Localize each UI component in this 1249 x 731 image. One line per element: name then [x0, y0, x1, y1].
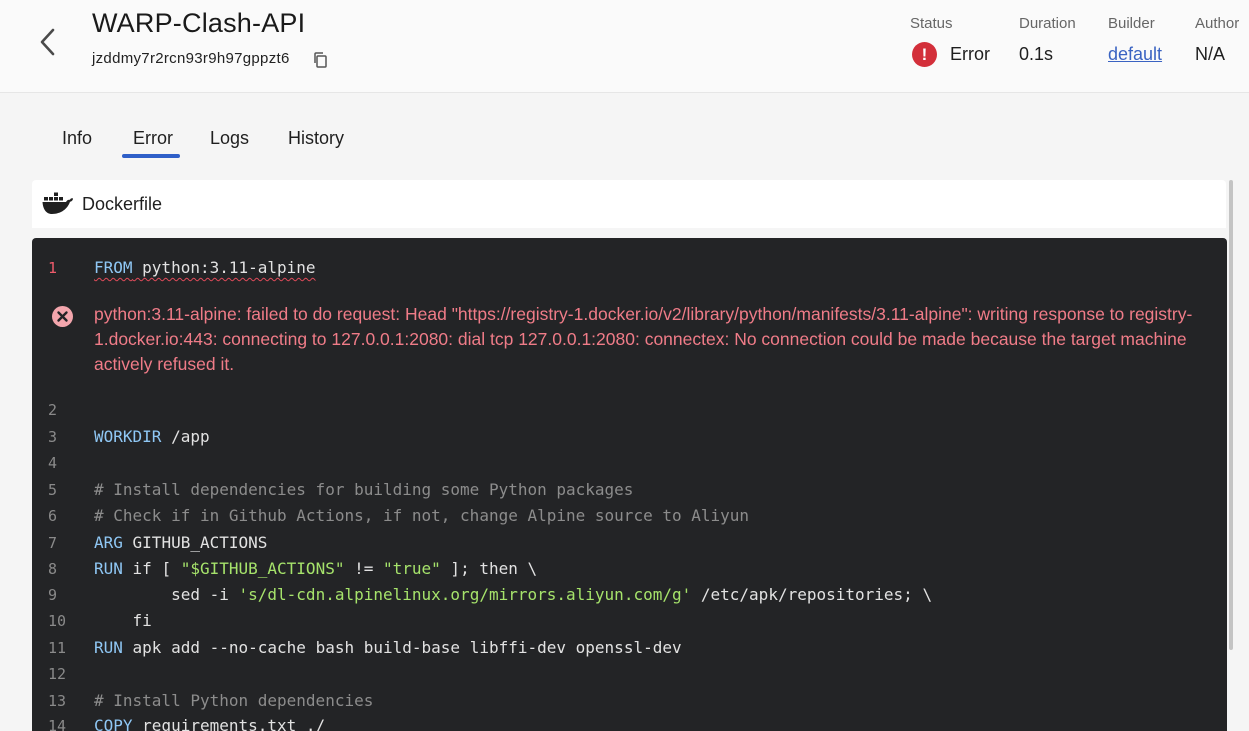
page-title: WARP-Clash-API: [92, 8, 306, 38]
code-line: FROM python:3.11-alpine: [94, 258, 316, 277]
code-token: /app: [161, 427, 210, 446]
active-tab-indicator: [122, 154, 180, 158]
code-token: 's/dl-cdn.alpinelinux.org/mirrors.aliyun…: [238, 585, 692, 604]
duration-label: Duration: [1019, 15, 1076, 32]
tab-info[interactable]: Info: [62, 128, 92, 149]
code-token: !=: [344, 559, 383, 578]
code-token: COPY: [94, 716, 133, 731]
error-circle-icon: [52, 306, 73, 327]
error-message: python:3.11-alpine: failed to do request…: [94, 304, 1193, 374]
line-number: 13: [48, 692, 67, 710]
line-number: 3: [48, 428, 58, 446]
code-token: GITHUB_ACTIONS: [122, 533, 268, 552]
author-label: Author: [1195, 15, 1240, 32]
line-number: 6: [48, 507, 58, 525]
line-number: 2: [48, 401, 58, 419]
code-token: FROM: [94, 258, 133, 277]
tab-logs[interactable]: Logs: [210, 128, 249, 149]
code-line: WORKDIR /app: [94, 427, 210, 446]
code-line: RUN if [ "$GITHUB_ACTIONS" != "true" ]; …: [94, 559, 537, 578]
tab-error[interactable]: Error: [133, 128, 173, 149]
code-line: sed -i 's/dl-cdn.alpinelinux.org/mirrors…: [94, 585, 932, 604]
file-header: Dockerfile: [32, 180, 1226, 228]
code-token: apk add --no-cache bash build-base libff…: [122, 638, 682, 657]
author-value: N/A: [1195, 44, 1226, 64]
line-number: 5: [48, 481, 58, 499]
line-number: 4: [48, 454, 58, 472]
code-viewer: python:3.11-alpine: failed to do request…: [32, 238, 1227, 731]
scrollbar-thumb[interactable]: [1229, 180, 1233, 650]
line-number: 12: [48, 665, 67, 683]
error-status-icon: !: [912, 42, 937, 67]
line-number: 14: [48, 717, 67, 731]
line-number: 10: [48, 612, 67, 630]
code-token: RUN: [94, 559, 123, 578]
docker-icon: [42, 192, 73, 214]
code-token: WORKDIR: [94, 427, 162, 446]
scrollbar[interactable]: [1227, 180, 1249, 731]
build-id: jzddmy7r2rcn93r9h97gppzt6: [92, 50, 290, 67]
code-line: ARG GITHUB_ACTIONS: [94, 533, 267, 552]
code-line: # Install dependencies for building some…: [94, 480, 633, 499]
line-number: 1: [48, 259, 58, 277]
build-header: WARP-Clash-API jzddmy7r2rcn93r9h97gppzt6…: [0, 0, 1249, 93]
code-token: /etc/apk/repositories; \: [691, 585, 933, 604]
code-token: requirements.txt ./: [132, 716, 326, 731]
chevron-left-icon: [40, 28, 55, 56]
code-token: # Install Python dependencies: [94, 691, 374, 710]
code-token: ]; then \: [440, 559, 538, 578]
code-line: COPY requirements.txt ./: [94, 716, 325, 731]
duration-value: 0.1s: [1019, 44, 1054, 64]
code-token: "true": [383, 559, 441, 578]
code-token: # Install dependencies for building some…: [94, 480, 634, 499]
builder-link[interactable]: default: [1108, 44, 1162, 65]
code-line: # Check if in Github Actions, if not, ch…: [94, 506, 749, 525]
line-number: 11: [48, 639, 67, 657]
code-line: RUN apk add --no-cache bash build-base l…: [94, 638, 682, 657]
code-token: python:3.11-alpine: [132, 258, 316, 277]
line-number: 8: [48, 560, 58, 578]
code-line: # Install Python dependencies: [94, 691, 373, 710]
file-name: Dockerfile: [82, 194, 163, 214]
code-token: ARG: [94, 533, 123, 552]
code-line: fi: [94, 611, 152, 630]
code-token: # Check if in Github Actions, if not, ch…: [94, 506, 750, 525]
copy-icon: [314, 52, 327, 68]
code-token: if [: [122, 559, 181, 578]
line-number: 7: [48, 534, 58, 552]
code-token: fi: [94, 611, 152, 630]
builder-label: Builder: [1108, 15, 1155, 32]
code-token: RUN: [94, 638, 123, 657]
code-token: "$GITHUB_ACTIONS": [180, 559, 345, 578]
status-value: Error: [950, 44, 990, 64]
tab-history[interactable]: History: [288, 128, 344, 149]
copy-button[interactable]: [312, 51, 328, 69]
back-button[interactable]: [34, 26, 62, 58]
status-label: Status: [910, 15, 953, 32]
code-token: sed -i: [94, 585, 239, 604]
line-number: 9: [48, 586, 58, 604]
